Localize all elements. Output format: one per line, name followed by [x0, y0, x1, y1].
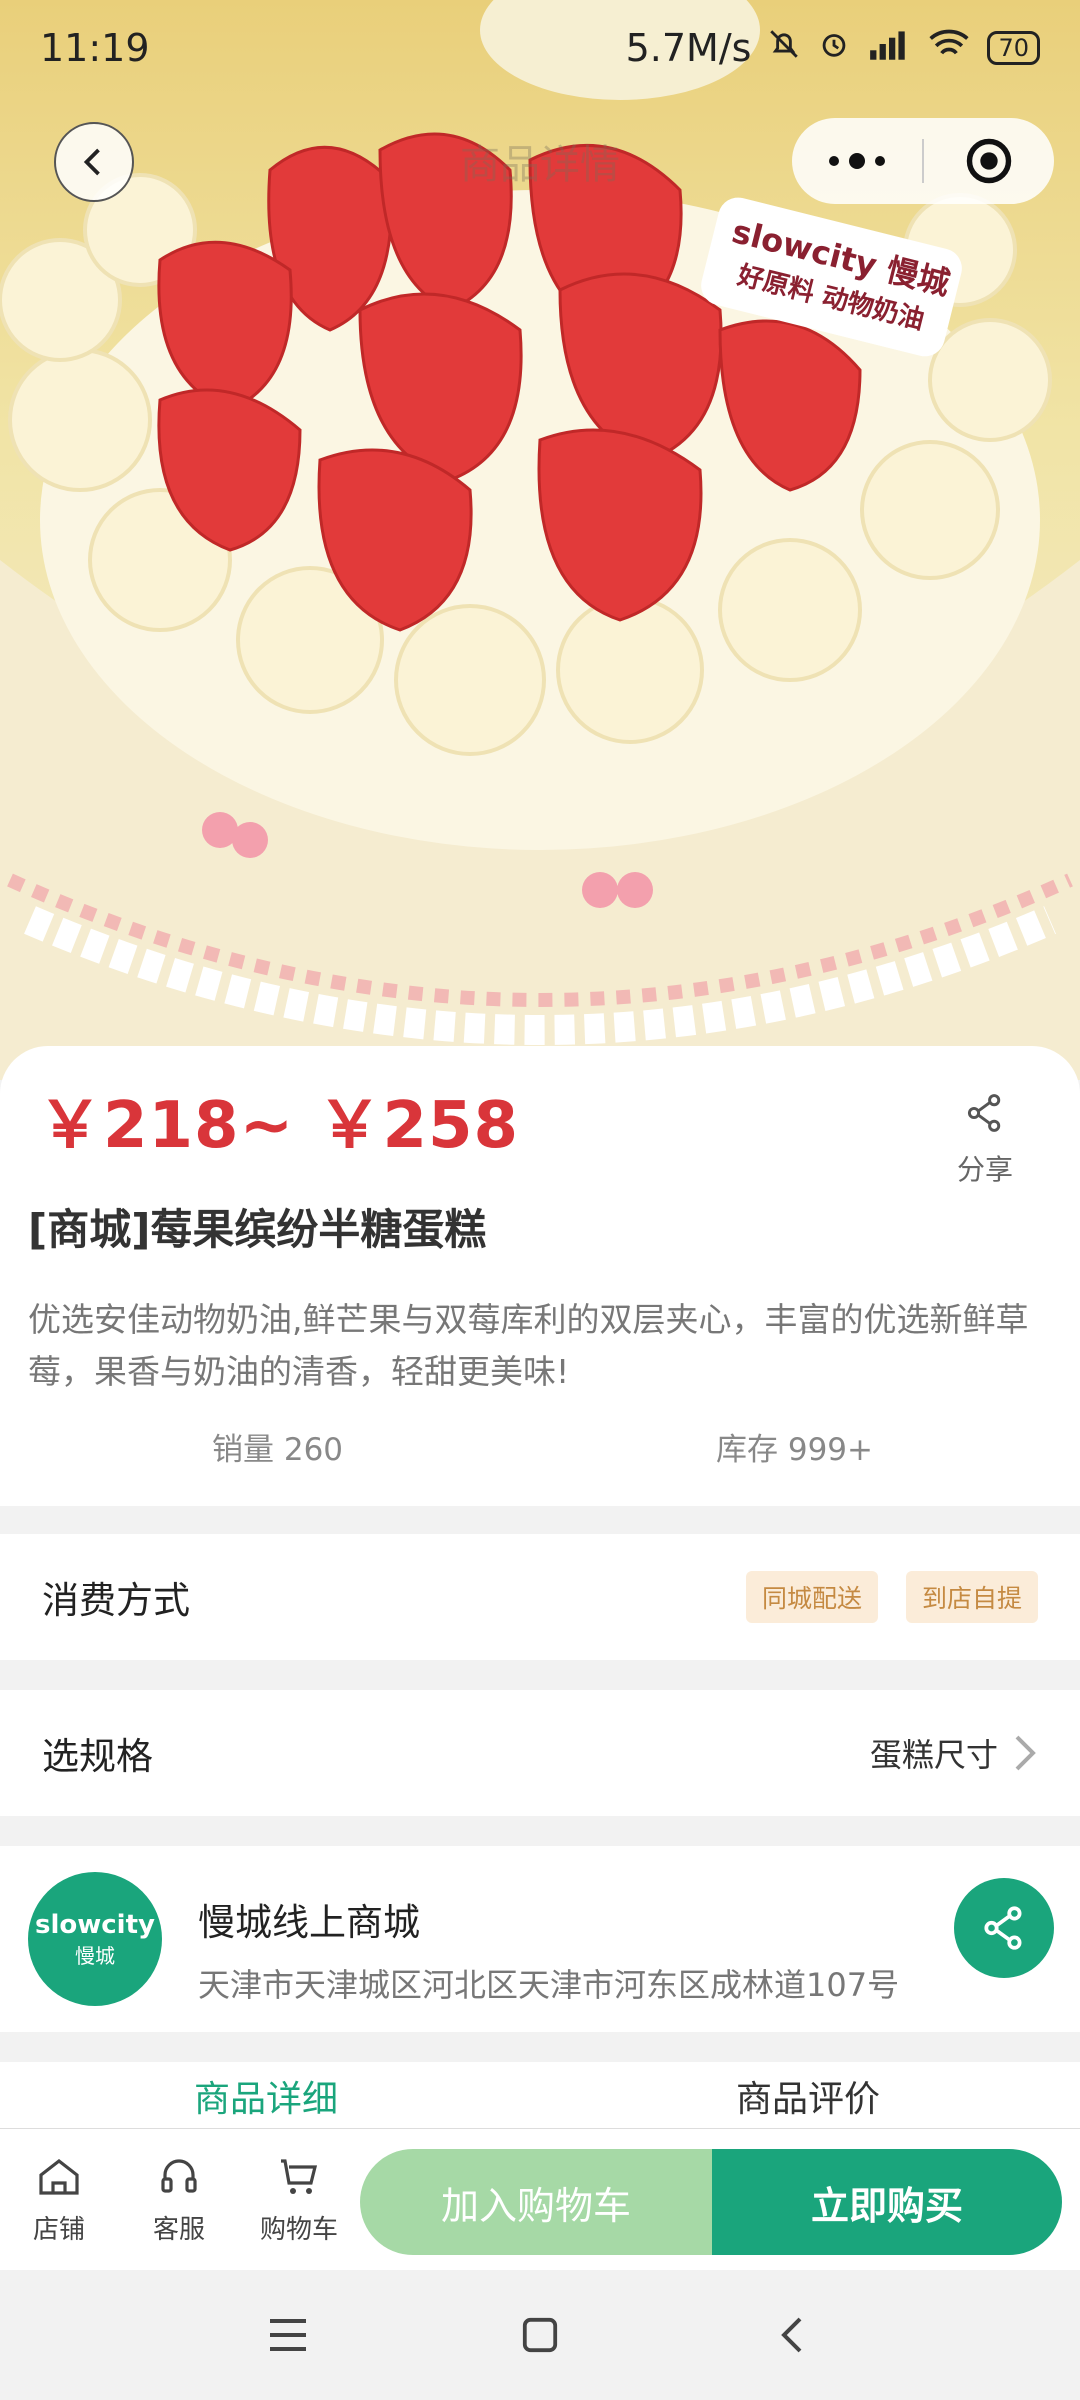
more-button[interactable] [792, 153, 922, 169]
battery-icon: 70 [987, 31, 1040, 65]
shop-button[interactable]: 店铺 [14, 2153, 104, 2246]
system-nav-bar [0, 2270, 1080, 2400]
product-description: 优选安佳动物奶油,鲜芒果与双莓库利的双层夹心，丰富的优选新鲜草莓，果香与奶油的清… [28, 1300, 1029, 1391]
share-icon [984, 1906, 1022, 1950]
spec-label: 选规格 [42, 1735, 153, 1778]
status-bar: 11:19 5.7M/s 70 [0, 0, 1080, 96]
menu-icon [270, 2319, 306, 2351]
status-time: 11:19 [40, 26, 150, 70]
spec-selector-row[interactable]: 选规格 蛋糕尺寸 [0, 1690, 1080, 1816]
add-to-cart-button[interactable]: 加入购物车 [360, 2149, 712, 2255]
close-miniprogram-button[interactable] [924, 135, 1054, 187]
square-icon [522, 2317, 558, 2353]
wifi-icon [927, 26, 971, 70]
service-label: 客服 [152, 2215, 205, 2245]
menu-nav-button[interactable] [258, 2310, 318, 2360]
service-button[interactable]: 客服 [134, 2153, 224, 2246]
spec-value: 蛋糕尺寸 [869, 1736, 998, 1774]
consumption-method-row: 消费方式 同城配送 到店自提 [0, 1534, 1080, 1660]
back-arrow-icon [781, 2317, 802, 2353]
consumption-label: 消费方式 [42, 1579, 190, 1622]
tab-product-reviews[interactable]: 商品评价 [736, 2070, 880, 2122]
price-range: ￥218~ ￥258 [38, 1089, 520, 1163]
cart-nav-button[interactable]: 购物车 [254, 2153, 344, 2246]
share-icon [967, 1094, 1001, 1132]
tab-product-detail[interactable]: 商品详细 [194, 2070, 338, 2122]
home-icon [39, 2158, 79, 2195]
store-share-button[interactable] [954, 1878, 1054, 1978]
cart-icon [281, 2159, 318, 2194]
mute-bell-icon [767, 26, 801, 70]
share-button[interactable]: 分享 [940, 1088, 1030, 1188]
stock-count: 库存 999+ [716, 1432, 873, 1468]
headset-icon [161, 2159, 197, 2193]
detail-tabs: 商品详细 商品评价 [0, 2062, 1080, 2132]
store-logo-text: slowcity [35, 1909, 155, 1940]
target-icon [966, 138, 1012, 184]
network-speed: 5.7M/s [625, 26, 752, 70]
cart-label: 购物车 [259, 2215, 338, 2245]
buy-now-button[interactable]: 立即购买 [712, 2149, 1062, 2255]
store-address: 天津市天津城区河北区天津市河东区成林道107号 [198, 1966, 900, 2004]
alarm-icon [817, 26, 851, 70]
store-logo-sub: 慢城 [75, 1943, 115, 1968]
sales-count: 销量 260 [212, 1432, 344, 1468]
pickup-tag[interactable]: 到店自提 [905, 1571, 1038, 1623]
bottom-action-bar: 店铺 客服 购物车 加入购物车 立即购买 [0, 2128, 1080, 2270]
store-info[interactable]: slowcity 慢城 慢城线上商城 天津市天津城区河北区天津市河东区成林道10… [0, 1846, 1080, 2032]
shop-label: 店铺 [32, 2215, 85, 2245]
product-info-card: ￥218~ ￥258 分享 [商城]莓果缤纷半糖蛋糕 优选安佳动物奶油,鲜芒果与… [0, 1046, 1080, 1506]
chevron-left-icon [83, 148, 100, 176]
back-button[interactable] [54, 122, 134, 202]
back-nav-button[interactable] [762, 2310, 822, 2360]
product-title: [商城]莓果缤纷半糖蛋糕 [28, 1205, 487, 1254]
signal-icon [867, 26, 911, 70]
share-label: 分享 [956, 1153, 1013, 1186]
store-logo: slowcity 慢城 [28, 1872, 162, 2006]
home-nav-button[interactable] [510, 2310, 570, 2360]
delivery-tag[interactable]: 同城配送 [745, 1571, 878, 1623]
chevron-right-icon [1015, 1735, 1036, 1771]
mini-program-capsule [792, 118, 1054, 204]
store-name: 慢城线上商城 [198, 1901, 420, 1944]
